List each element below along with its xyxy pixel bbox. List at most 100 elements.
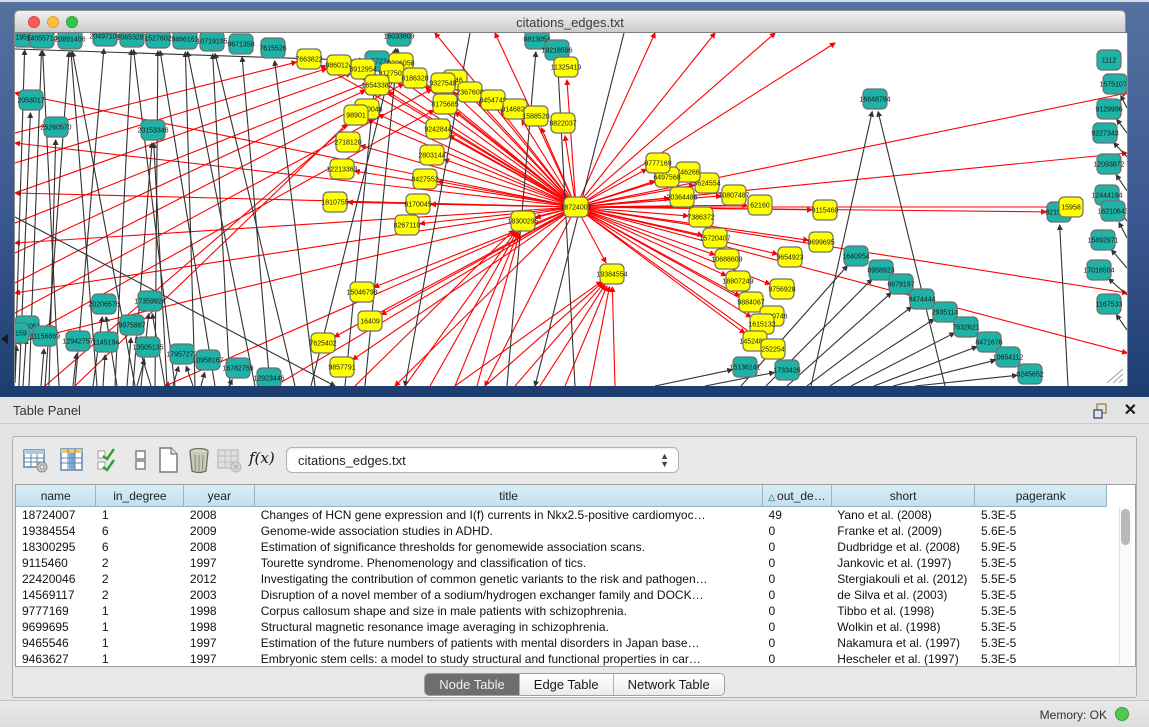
network-node-1588520[interactable]: 1588520 — [522, 106, 549, 126]
citation-edge-red[interactable] — [576, 33, 655, 207]
citation-edge-black[interactable] — [787, 293, 891, 386]
table-cell[interactable]: Estimation of significance thresholds fo… — [255, 539, 763, 555]
network-node-12942757[interactable]: 12942757 — [62, 331, 93, 351]
network-node-10807487[interactable]: 10807487 — [718, 185, 749, 205]
table-cell[interactable]: 0 — [763, 587, 832, 603]
network-node-15892971[interactable]: 15892971 — [1087, 230, 1118, 250]
citation-edge-black[interactable] — [103, 355, 105, 386]
citation-edge-black[interactable] — [878, 112, 945, 386]
table-cell[interactable]: Yano et al. (2008) — [831, 507, 975, 524]
network-node-1733426[interactable]: 1733426 — [773, 360, 800, 380]
citation-edge-red[interactable] — [567, 80, 576, 207]
citation-edge-red[interactable] — [515, 284, 603, 386]
network-node-15046798[interactable]: 15046798 — [346, 282, 377, 302]
table-cell[interactable]: Tibbo et al. (1998) — [831, 603, 975, 619]
table-cell[interactable]: 1 — [96, 619, 184, 635]
table-scrollbar[interactable] — [1119, 507, 1132, 665]
network-node-16782759[interactable]: 16782759 — [222, 358, 253, 378]
network-node-252254[interactable]: 252254 — [761, 339, 785, 359]
table-cell[interactable]: Hescheler et al. (1997) — [831, 651, 975, 667]
network-node-1112[interactable]: 1112 — [1097, 50, 1121, 70]
network-node-16210643[interactable]: 16210643 — [1097, 201, 1127, 221]
network-node-9671358[interactable]: 9671358 — [227, 34, 254, 54]
network-node-7663822[interactable]: 7663822 — [295, 49, 322, 69]
table-cell[interactable]: Dudbridge et al. (2008) — [831, 539, 975, 555]
network-node-1640954[interactable]: 1640954 — [842, 246, 869, 266]
citation-edge-black[interactable] — [1116, 315, 1127, 330]
node-table[interactable]: namein_degreeyeartitle△out_de…shortpager… — [15, 484, 1136, 667]
close-icon[interactable]: ✕ — [1124, 400, 1137, 420]
network-node-9227343[interactable]: 9227343 — [1091, 123, 1118, 143]
table-cell[interactable]: 5.3E-5 — [975, 635, 1107, 651]
table-cell[interactable]: 2008 — [184, 507, 255, 524]
network-node-7632621[interactable]: 7632621 — [952, 317, 979, 337]
function-icon[interactable]: f(x) — [249, 449, 277, 477]
citation-edge-black[interactable] — [23, 339, 26, 386]
network-node-17016504[interactable]: 17016504 — [1083, 260, 1114, 280]
column-header-short[interactable]: short — [831, 485, 975, 507]
network-node-1167533[interactable]: 1167533 — [1096, 294, 1123, 314]
table-row[interactable]: 1456911722003Disruption of a novel membe… — [16, 587, 1107, 603]
network-node-1810755[interactable]: 1810755 — [321, 192, 348, 212]
network-node-20364486[interactable]: 20364486 — [666, 187, 697, 207]
table-settings-icon[interactable] — [21, 446, 49, 474]
table-cell[interactable]: 9463627 — [16, 651, 96, 667]
network-node-10958167[interactable]: 10958167 — [192, 350, 223, 370]
table-cell[interactable]: Disruption of a novel member of a sodium… — [255, 587, 763, 603]
table-cell[interactable]: Wolkin et al. (1998) — [831, 619, 975, 635]
network-node-62160[interactable]: 62160 — [748, 195, 772, 215]
table-cell[interactable]: 2003 — [184, 587, 255, 603]
tab-node-table[interactable]: Node Table — [425, 674, 520, 695]
network-node-8822037[interactable]: 8822037 — [549, 113, 576, 133]
table-cell[interactable]: 14569117 — [16, 587, 96, 603]
network-node-2803144[interactable]: 2803144 — [418, 145, 445, 165]
network-node-16648794[interactable]: 16648794 — [859, 89, 890, 109]
table-row[interactable]: 946554611997Estimation of the future num… — [16, 635, 1107, 651]
network-node-9474444[interactable]: 9474444 — [908, 289, 935, 309]
table-cell[interactable]: 2 — [96, 587, 184, 603]
network-node-25260570[interactable]: 25260570 — [40, 117, 71, 137]
network-node-14055714[interactable]: 14055714 — [26, 33, 57, 48]
network-node-98901[interactable]: 98901 — [344, 105, 368, 125]
table-cell[interactable]: 1998 — [184, 603, 255, 619]
citation-edge-red[interactable] — [485, 283, 602, 386]
table-cell[interactable]: 1 — [96, 507, 184, 524]
citation-edge-black[interactable] — [807, 307, 912, 386]
table-row[interactable]: 969969511998Structural magnetic resonanc… — [16, 619, 1107, 635]
scrollbar-thumb[interactable] — [1121, 509, 1130, 545]
network-node-9699695[interactable]: 9699695 — [807, 232, 834, 252]
column-header-name[interactable]: name — [16, 485, 96, 507]
network-node-9242844[interactable]: 9242844 — [424, 119, 451, 139]
table-cell[interactable]: 6 — [96, 523, 184, 539]
network-node-10653287[interactable]: 10653287 — [116, 33, 147, 47]
table-cell[interactable]: 0 — [763, 523, 832, 539]
citation-edge-black[interactable] — [1109, 279, 1127, 295]
citation-edge-black[interactable] — [1119, 223, 1127, 238]
table-cell[interactable]: 0 — [763, 651, 832, 667]
table-cell[interactable]: 0 — [763, 539, 832, 555]
citation-edge-black[interactable] — [201, 373, 205, 386]
table-cell[interactable]: Investigating the contribution of common… — [255, 571, 763, 587]
table-cell[interactable]: Embryonic stem cells: a model to study s… — [255, 651, 763, 667]
network-node-12923446[interactable]: 12923446 — [253, 368, 284, 386]
network-node-8175685[interactable]: 8175685 — [431, 94, 458, 114]
citation-edge-red[interactable] — [430, 232, 517, 386]
citation-edge-red[interactable] — [395, 207, 576, 386]
citation-edge-red[interactable] — [565, 286, 607, 386]
table-cell[interactable]: 9465546 — [16, 635, 96, 651]
row-checks-icon[interactable] — [95, 446, 123, 474]
network-node-8186328[interactable]: 8186328 — [401, 68, 428, 88]
table-cell[interactable]: 1997 — [184, 651, 255, 667]
table-cell[interactable]: Stergiakouli et al. (2012) — [831, 571, 975, 587]
table-cell[interactable]: 6 — [96, 539, 184, 555]
network-node-9466161[interactable]: 9466161 — [171, 33, 198, 49]
table-cell[interactable]: 1 — [96, 651, 184, 667]
table-row[interactable]: 946362711997Embryonic stem cells: a mode… — [16, 651, 1107, 667]
network-node-16543382[interactable]: 16543382 — [361, 75, 392, 95]
table-row[interactable]: 977716911998Corpus callosum shape and si… — [16, 603, 1107, 619]
citation-edge-red[interactable] — [353, 207, 576, 360]
table-row[interactable]: 1938455462009Genome-wide association stu… — [16, 523, 1107, 539]
network-node-9129996[interactable]: 9129996 — [1095, 99, 1122, 119]
network-node-18807249[interactable]: 18807249 — [722, 271, 753, 291]
network-node-11325419[interactable]: 11325419 — [551, 57, 582, 77]
